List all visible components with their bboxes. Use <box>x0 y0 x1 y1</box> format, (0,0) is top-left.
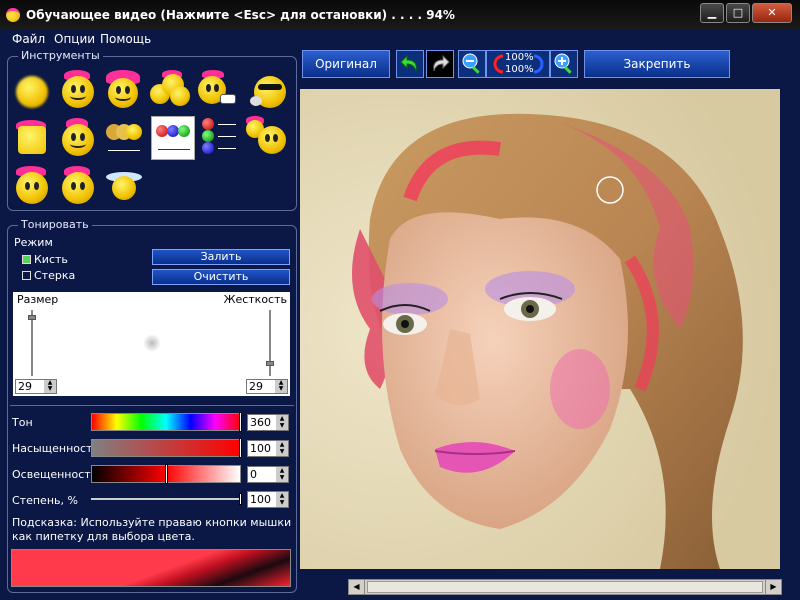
tool-group-smiley-icon[interactable] <box>150 70 190 110</box>
undo-arrow-icon <box>400 54 417 72</box>
scroll-right-arrow-icon[interactable]: ▶ <box>765 580 781 594</box>
size-slider-track[interactable] <box>31 310 33 376</box>
menu-bar: Файл Опции Помощь <box>0 30 800 48</box>
lightness-slider-thumb[interactable] <box>165 464 168 484</box>
tool-hair-smiley-icon[interactable] <box>58 70 98 110</box>
divider <box>10 405 294 406</box>
undo-button[interactable] <box>396 50 424 78</box>
title-bar: Обучающее видео (Нажмите <Esc> для остан… <box>0 0 800 30</box>
saturation-spin-arrows-icon[interactable]: ▲ ▼ <box>276 441 288 456</box>
tool-angel-smiley-icon[interactable] <box>104 166 144 206</box>
scroll-left-arrow-icon[interactable]: ◀ <box>349 580 365 594</box>
hue-value: 360 <box>250 416 271 429</box>
hue-slider-thumb[interactable] <box>239 412 242 432</box>
saturation-value: 100 <box>250 442 271 455</box>
maximize-button[interactable]: □ <box>726 3 750 23</box>
saturation-label: Насыщенность <box>12 442 99 455</box>
tool-pink-hair-icon[interactable] <box>104 70 144 110</box>
vertical-scrollbar[interactable] <box>782 89 800 569</box>
saturation-slider-thumb[interactable] <box>239 438 242 458</box>
eraser-checkbox[interactable] <box>22 271 31 280</box>
zoom-in-button[interactable] <box>550 50 578 78</box>
redo-arrow-icon <box>433 54 450 72</box>
tool-tint-balls-selected[interactable] <box>151 116 195 160</box>
size-value: 29 <box>18 380 32 393</box>
color-preview-swatch <box>11 549 291 587</box>
menu-options[interactable]: Опции <box>54 32 95 46</box>
lightness-spinbox[interactable]: 0 ▲ ▼ <box>247 466 289 483</box>
tint-group-label: Тонировать <box>18 218 92 231</box>
tool-smiling-smiley-icon[interactable] <box>58 118 98 158</box>
tool-sad-smiley-icon[interactable] <box>58 166 98 206</box>
brush-preview-panel: Размер Жесткость 29 ▲ ▼ 29 ▲ ▼ <box>13 292 290 396</box>
hardness-label: Жесткость <box>223 293 287 306</box>
tool-freckles-smiley-icon[interactable] <box>12 166 52 206</box>
horizontal-scrollbar[interactable]: ◀ ▶ <box>348 579 782 595</box>
lightness-spin-arrows-icon[interactable]: ▲ ▼ <box>276 467 288 482</box>
zoom-100-bottom: 100% <box>505 64 534 75</box>
tool-color-fade-icon[interactable] <box>104 118 144 158</box>
saturation-spinbox[interactable]: 100 ▲ ▼ <box>247 440 289 457</box>
tool-sunglasses-smiley-icon[interactable] <box>250 70 290 110</box>
app-window: Обучающее видео (Нажмите <Esc> для остан… <box>0 0 800 600</box>
size-slider-thumb[interactable] <box>28 314 36 320</box>
degree-spin-arrows-icon[interactable]: ▲ ▼ <box>276 492 288 507</box>
size-spinbox[interactable]: 29 ▲ ▼ <box>15 379 57 394</box>
menu-help[interactable]: Помощь <box>100 32 151 46</box>
window-title: Обучающее видео (Нажмите <Esc> для остан… <box>26 8 455 22</box>
brush-preview-dot <box>143 334 161 352</box>
size-label: Размер <box>17 293 59 306</box>
degree-slider-thumb[interactable] <box>239 493 242 505</box>
brush-checkbox[interactable] <box>22 255 31 264</box>
tool-pointing-smiley-icon[interactable] <box>196 70 236 110</box>
tool-stacked-balls-icon[interactable] <box>198 116 238 156</box>
zoom-out-button[interactable] <box>458 50 486 78</box>
hardness-spin-arrows-icon[interactable]: ▲ ▼ <box>275 380 287 393</box>
degree-value: 100 <box>250 493 271 506</box>
zoom-100-top: 100% <box>505 52 534 63</box>
hardness-slider-track[interactable] <box>269 310 271 376</box>
size-spin-arrows-icon[interactable]: ▲ ▼ <box>44 380 56 393</box>
original-button[interactable]: Оригинал <box>302 50 390 78</box>
zoom-100-button[interactable]: 100% 100% <box>486 50 550 78</box>
hue-label: Тон <box>12 416 33 429</box>
brush-label: Кисть <box>34 253 68 266</box>
zoom-right-arc-icon <box>533 54 544 74</box>
hue-spin-arrows-icon[interactable]: ▲ ▼ <box>276 415 288 430</box>
tool-square-smiley-icon[interactable] <box>12 118 52 158</box>
fill-button[interactable]: Залить <box>152 249 290 265</box>
app-smiley-icon <box>6 8 20 22</box>
hint-text: Подсказка: Используйте праваю кнопки мыш… <box>12 516 292 543</box>
redo-button[interactable] <box>426 50 454 78</box>
photo-canvas[interactable] <box>300 89 780 569</box>
tools-group-label: Инструменты <box>18 49 103 62</box>
mode-label: Режим <box>14 236 53 249</box>
apply-button[interactable]: Закрепить <box>584 50 730 78</box>
magnifier-plus-icon <box>554 53 572 74</box>
menu-file[interactable]: Файл <box>12 32 45 46</box>
degree-label: Степень, % <box>12 494 78 507</box>
magnifier-minus-icon <box>462 53 480 74</box>
lightness-label: Освещенность <box>12 468 98 481</box>
clear-button[interactable]: Очистить <box>152 269 290 285</box>
tool-transform-smiley-icon[interactable] <box>246 116 286 156</box>
hardness-value: 29 <box>249 380 263 393</box>
tool-blur-smiley-icon[interactable] <box>12 72 52 112</box>
hue-slider[interactable] <box>91 413 241 431</box>
minimize-button[interactable]: ▁ <box>700 3 724 23</box>
close-button[interactable]: ✕ <box>752 3 792 23</box>
hardness-slider-thumb[interactable] <box>266 360 274 366</box>
lightness-value: 0 <box>250 468 257 481</box>
portrait-photo <box>300 89 780 569</box>
hardness-spinbox[interactable]: 29 ▲ ▼ <box>246 379 288 394</box>
eraser-label: Стерка <box>34 269 76 282</box>
scroll-thumb[interactable] <box>367 581 763 593</box>
hue-spinbox[interactable]: 360 ▲ ▼ <box>247 414 289 431</box>
degree-slider[interactable] <box>91 498 241 500</box>
degree-spinbox[interactable]: 100 ▲ ▼ <box>247 491 289 508</box>
saturation-slider[interactable] <box>91 439 241 457</box>
